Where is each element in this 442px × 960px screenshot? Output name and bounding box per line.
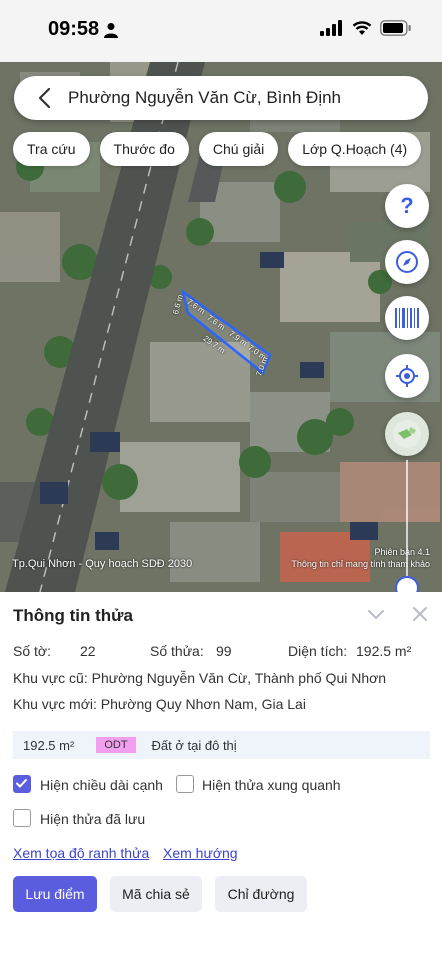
- land-use-bar: 192.5 m² ODT Đất ở tại đô thị: [13, 731, 430, 759]
- view-direction-link[interactable]: Xem hướng: [163, 845, 238, 861]
- disclaimer-label: Thông tin chỉ mang tính tham khảo: [291, 559, 430, 569]
- map-attribution: Phiên bản 4.1 Thông tin chỉ mang tính th…: [291, 546, 430, 570]
- parcel-number-value: 99: [216, 643, 232, 659]
- back-icon[interactable]: [24, 76, 64, 120]
- locate-icon: [396, 365, 418, 387]
- show-saved-parcels-label[interactable]: Hiện thửa đã lưu: [40, 811, 145, 827]
- search-bar[interactable]: Phường Nguyễn Văn Cừ, Bình Định: [14, 76, 428, 120]
- person-icon: [104, 23, 118, 38]
- old-region: Khu vực cũ: Phường Nguyễn Văn Cừ, Thành …: [13, 670, 387, 686]
- show-edge-length-checkbox[interactable]: [13, 775, 31, 793]
- parcel-info-panel: Thông tin thửa Số tờ: 22 Số thửa: 99 Diệ…: [0, 592, 442, 960]
- compass-button[interactable]: [385, 240, 429, 284]
- show-edge-length-label[interactable]: Hiện chiều dài cạnh: [40, 777, 163, 793]
- barcode-icon: [395, 308, 419, 328]
- sheet-number-row: Số tờ:: [13, 643, 51, 659]
- check-icon: [16, 779, 27, 788]
- directions-button[interactable]: Chỉ đường: [215, 876, 307, 912]
- layers-icon: [393, 420, 421, 448]
- panel-title: Thông tin thửa: [13, 606, 133, 625]
- chevron-down-icon[interactable]: [366, 604, 386, 624]
- chip-legend[interactable]: Chú giải: [198, 132, 279, 166]
- barcode-button[interactable]: [385, 296, 429, 340]
- area-value: 192.5 m²: [356, 643, 412, 659]
- cellular-signal-icon: [320, 20, 342, 36]
- chip-planning-layers[interactable]: Lớp Q.Hoạch (4): [288, 132, 422, 166]
- parcel-number-label: Số thửa:: [150, 643, 204, 659]
- search-location-text[interactable]: Phường Nguyễn Văn Cừ, Bình Định: [68, 88, 341, 108]
- sheet-number-value: 22: [80, 643, 96, 659]
- locate-button[interactable]: [385, 354, 429, 398]
- help-icon: ?: [400, 193, 414, 218]
- status-time: 09:58: [48, 18, 100, 40]
- view-boundary-coordinates-link[interactable]: Xem tọa độ ranh thửa: [13, 845, 149, 861]
- compass-icon: [396, 251, 418, 273]
- land-type: Đất ở tại đô thị: [151, 737, 237, 753]
- version-label: Phiên bản 4.1: [374, 547, 430, 557]
- sheet-number-label: Số tờ:: [13, 643, 51, 659]
- show-neighbors-checkbox[interactable]: [176, 775, 194, 793]
- map-zoom-track[interactable]: [406, 460, 408, 588]
- plan-layer-label: Tp.Qui Nhơn - Quy hoạch SDĐ 2030: [12, 558, 193, 570]
- save-point-button[interactable]: Lưu điểm: [13, 876, 97, 912]
- chip-lookup[interactable]: Tra cứu: [13, 132, 90, 166]
- close-icon[interactable]: [410, 604, 430, 624]
- land-area: 192.5 m²: [23, 737, 75, 753]
- share-code-button[interactable]: Mã chia sẻ: [110, 876, 202, 912]
- land-code-badge: ODT: [96, 737, 136, 753]
- wifi-icon: [352, 21, 372, 35]
- layers-button[interactable]: [385, 412, 429, 456]
- status-icons: [320, 20, 412, 36]
- status-bar: 09:58: [0, 0, 442, 62]
- area-label: Diện tích:: [288, 643, 348, 659]
- show-saved-parcels-checkbox[interactable]: [13, 809, 31, 827]
- chip-measure[interactable]: Thước đo: [99, 132, 189, 166]
- battery-icon: [380, 20, 411, 36]
- tool-chips: Tra cứu Thước đo Chú giải Lớp Q.Hoạch (4…: [13, 132, 422, 166]
- help-button[interactable]: ?: [385, 184, 429, 228]
- new-region: Khu vực mới: Phường Quy Nhơn Nam, Gia La…: [13, 696, 306, 712]
- show-neighbors-label[interactable]: Hiện thửa xung quanh: [202, 777, 341, 793]
